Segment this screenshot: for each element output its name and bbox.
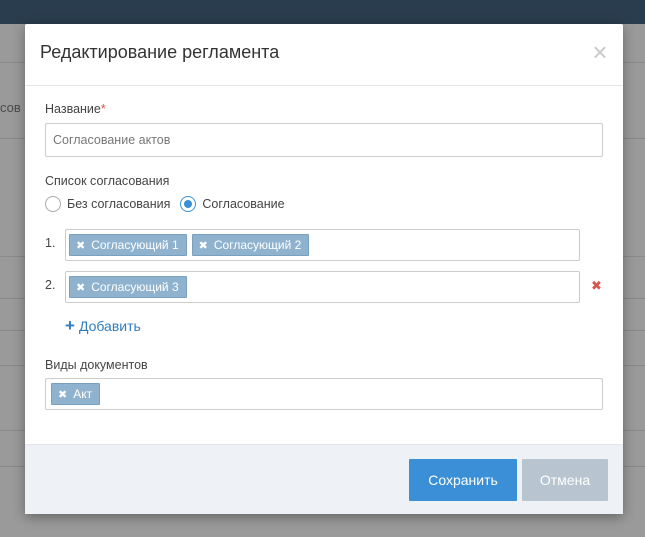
- plus-icon: +: [65, 316, 75, 335]
- tag-label: Согласующий 1: [91, 238, 179, 252]
- name-field-label: Название*: [45, 102, 106, 116]
- remove-tag-icon[interactable]: ✖: [58, 388, 67, 401]
- background-topbar: [0, 0, 645, 24]
- remove-row-icon[interactable]: ✖: [591, 278, 605, 294]
- approvers-input-1[interactable]: ✖ Согласующий 1 ✖ Согласующий 2: [65, 229, 580, 261]
- cancel-button[interactable]: Отмена: [522, 459, 608, 501]
- add-approval-step-link[interactable]: + Добавить: [65, 316, 141, 335]
- name-label-text: Название: [45, 102, 101, 116]
- approval-list-label: Список согласования: [45, 174, 170, 188]
- doc-types-label: Виды документов: [45, 358, 148, 372]
- required-mark: *: [100, 102, 106, 116]
- dialog-title: Редактирование регламента: [40, 42, 280, 62]
- remove-tag-icon[interactable]: ✖: [76, 281, 85, 294]
- radio-label: Без согласования: [67, 197, 171, 211]
- radio-option-no-approval[interactable]: Без согласования: [45, 196, 170, 212]
- radio-button[interactable]: [45, 196, 61, 212]
- approver-tag: ✖ Согласующий 1: [69, 234, 187, 256]
- background-partial-text: сов: [0, 100, 21, 115]
- tag-label: Согласующий 2: [213, 238, 302, 252]
- tag-label: Акт: [73, 387, 93, 401]
- doc-type-tag: ✖ Акт: [51, 383, 101, 405]
- tag-label: Согласующий 3: [91, 280, 179, 294]
- approval-mode-radio-group: Без согласования Согласование: [45, 194, 295, 214]
- radio-option-approval[interactable]: Согласование: [180, 196, 285, 212]
- remove-tag-icon[interactable]: ✖: [199, 239, 208, 252]
- approval-row-number: 2.: [45, 278, 56, 292]
- edit-regulation-dialog: Редактирование регламента × Название* Сп…: [25, 24, 623, 514]
- name-input[interactable]: [45, 123, 603, 157]
- approver-tag: ✖ Согласующий 2: [191, 234, 310, 256]
- radio-label: Согласование: [202, 197, 285, 211]
- radio-button-checked[interactable]: [180, 196, 197, 212]
- doc-types-input[interactable]: ✖ Акт: [45, 378, 603, 410]
- dialog-footer: Сохранить Отмена: [25, 444, 623, 514]
- approvers-input-2[interactable]: ✖ Согласующий 3: [65, 271, 580, 303]
- remove-tag-icon[interactable]: ✖: [76, 239, 85, 252]
- save-button[interactable]: Сохранить: [409, 459, 517, 501]
- close-icon[interactable]: ×: [589, 38, 611, 66]
- approval-row-number: 1.: [45, 236, 56, 250]
- add-label: Добавить: [78, 318, 141, 334]
- dialog-header: Редактирование регламента ×: [25, 24, 623, 86]
- approver-tag: ✖ Согласующий 3: [69, 276, 187, 298]
